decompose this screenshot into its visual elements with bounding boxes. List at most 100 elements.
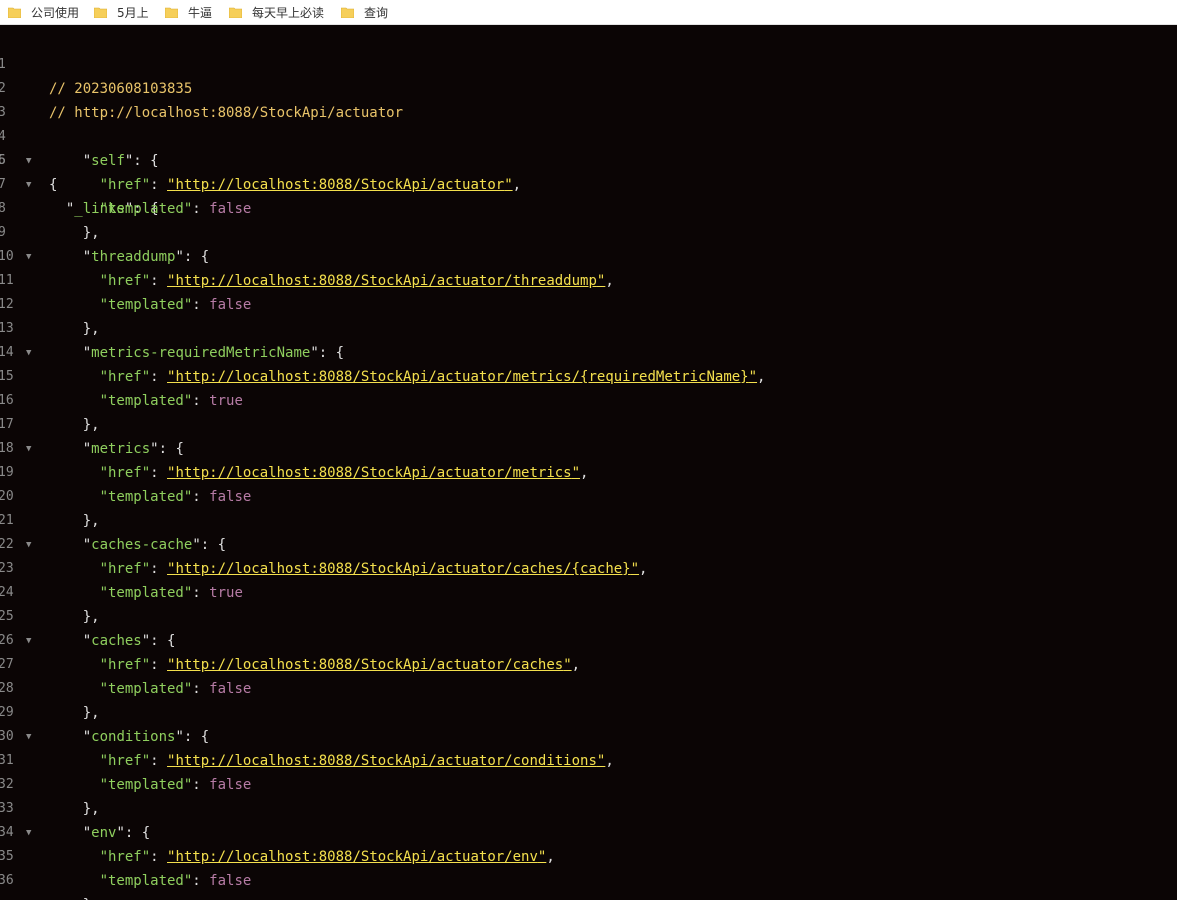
- json-key-link-name: metrics-requiredMetricName: [91, 345, 311, 361]
- line-number: 18: [0, 441, 14, 456]
- line-number: 24: [0, 585, 14, 600]
- code-line: 7 "href": "http://localhost:8088/StockAp…: [0, 173, 1177, 197]
- bookmark-label: 查询: [364, 5, 389, 20]
- fold-toggle-icon[interactable]: ▼: [26, 533, 31, 557]
- code-line: 21 },: [0, 509, 1177, 533]
- line-number: 22: [0, 537, 14, 552]
- fold-toggle-icon[interactable]: ▼: [26, 725, 31, 749]
- bookmark-folder-company[interactable]: 公司使用: [8, 0, 79, 24]
- code-line: 34 ▼ "env": {: [0, 821, 1177, 845]
- bookmark-folder-niubi[interactable]: 牛逼: [165, 0, 212, 24]
- folder-icon: [165, 7, 178, 18]
- bookmark-folder-daily[interactable]: 每天早上必读: [229, 0, 324, 24]
- fold-toggle-icon[interactable]: ▼: [26, 437, 31, 461]
- templated-value: false: [209, 297, 252, 313]
- json-key-href: "href": [99, 753, 151, 769]
- json-key-templated: "templated": [99, 201, 193, 217]
- href-link[interactable]: "http://localhost:8088/StockApi/actuator…: [167, 465, 580, 481]
- line-number: 26: [0, 633, 14, 648]
- code-line: 17 },: [0, 413, 1177, 437]
- line-number: 36: [0, 873, 14, 888]
- line-number: 13: [0, 321, 14, 336]
- bookmark-folder-query[interactable]: 查询: [341, 0, 388, 24]
- code-line: 15 "href": "http://localhost:8088/StockA…: [0, 365, 1177, 389]
- json-viewer: 1 // 20230608103835 2 // http://localhos…: [0, 25, 1177, 900]
- bookmarks-bar: 公司使用 5月上 牛逼 每天早上必读 查询: [0, 0, 1177, 25]
- json-key-templated: "templated": [99, 393, 193, 409]
- code-line: 26 ▼ "caches": {: [0, 629, 1177, 653]
- line-number: 29: [0, 705, 14, 720]
- code-line: 29 },: [0, 701, 1177, 725]
- code-line: 8 "templated": false: [0, 197, 1177, 221]
- href-link[interactable]: "http://localhost:8088/StockApi/actuator…: [167, 561, 639, 577]
- href-link[interactable]: "http://localhost:8088/StockApi/actuator…: [167, 849, 546, 865]
- line-number: 6: [0, 153, 6, 168]
- code-line: 33 },: [0, 797, 1177, 821]
- href-value: http://localhost:8088/StockApi/actuator/…: [175, 273, 597, 289]
- line-number: 7: [0, 177, 6, 192]
- line-number: 9: [0, 225, 6, 240]
- code-line: 4 ▼ {: [0, 101, 1177, 193]
- json-key-link-name: caches-cache: [91, 537, 193, 553]
- templated-value: false: [209, 201, 252, 217]
- json-key-href: "href": [99, 177, 151, 193]
- fold-toggle-icon[interactable]: ▼: [26, 245, 31, 269]
- code-line: 18 ▼ "metrics": {: [0, 437, 1177, 461]
- templated-value: true: [209, 393, 243, 409]
- line-number: 12: [0, 297, 14, 312]
- code-line: 28 "templated": false: [0, 677, 1177, 701]
- code-line: 36 "templated": false: [0, 869, 1177, 893]
- code-line: 9 },: [0, 221, 1177, 245]
- json-key-href: "href": [99, 465, 151, 481]
- href-value: http://localhost:8088/StockApi/actuator: [175, 177, 505, 193]
- code-line: 24 "templated": true: [0, 581, 1177, 605]
- line-number: 21: [0, 513, 14, 528]
- line-number: 16: [0, 393, 14, 408]
- line-number: 23: [0, 561, 14, 576]
- json-key-templated: "templated": [99, 585, 193, 601]
- json-key-href: "href": [99, 369, 151, 385]
- href-link[interactable]: "http://localhost:8088/StockApi/actuator…: [167, 657, 572, 673]
- fold-toggle-icon[interactable]: ▼: [26, 821, 31, 845]
- bookmark-label: 5月上: [117, 5, 149, 20]
- line-number: 11: [0, 273, 14, 288]
- folder-icon: [229, 7, 242, 18]
- fold-toggle-icon[interactable]: ▼: [26, 629, 31, 653]
- code-line: 31 "href": "http://localhost:8088/StockA…: [0, 749, 1177, 773]
- href-link[interactable]: "http://localhost:8088/StockApi/actuator…: [167, 177, 513, 193]
- templated-value: false: [209, 489, 252, 505]
- fold-toggle-icon[interactable]: ▼: [26, 149, 31, 173]
- line-number: 30: [0, 729, 14, 744]
- code-line: 11 "href": "http://localhost:8088/StockA…: [0, 269, 1177, 293]
- line-number: 32: [0, 777, 14, 792]
- json-key-link-name: caches: [91, 633, 142, 649]
- code-line: 12 "templated": false: [0, 293, 1177, 317]
- json-key-templated: "templated": [99, 297, 193, 313]
- code-line: 19 "href": "http://localhost:8088/StockA…: [0, 461, 1177, 485]
- line-number: 27: [0, 657, 14, 672]
- href-value: http://localhost:8088/StockApi/actuator/…: [175, 465, 572, 481]
- code-line: 16 "templated": true: [0, 389, 1177, 413]
- json-key-link-name: self: [91, 153, 125, 169]
- href-value: http://localhost:8088/StockApi/actuator/…: [175, 561, 631, 577]
- fold-toggle-icon[interactable]: ▼: [26, 341, 31, 365]
- bookmark-folder-may[interactable]: 5月上: [94, 0, 149, 24]
- line-number: 28: [0, 681, 14, 696]
- href-link[interactable]: "http://localhost:8088/StockApi/actuator…: [167, 369, 757, 385]
- line-number: 20: [0, 489, 14, 504]
- templated-value: false: [209, 681, 252, 697]
- code-line: 2 // http://localhost:8088/StockApi/actu…: [0, 53, 1177, 121]
- code-line: 6 ▼ "self": {: [0, 149, 1177, 173]
- json-key-link-name: metrics: [91, 441, 151, 457]
- line-number: 35: [0, 849, 14, 864]
- json-key-href: "href": [99, 849, 151, 865]
- code-line: 13 },: [0, 317, 1177, 341]
- code-line: 35 "href": "http://localhost:8088/StockA…: [0, 845, 1177, 869]
- line-number: 33: [0, 801, 14, 816]
- json-key-templated: "templated": [99, 681, 193, 697]
- href-link[interactable]: "http://localhost:8088/StockApi/actuator…: [167, 753, 605, 769]
- bookmark-label: 公司使用: [31, 5, 80, 20]
- code-line: 32 "templated": false: [0, 773, 1177, 797]
- code-line: 27 "href": "http://localhost:8088/StockA…: [0, 653, 1177, 677]
- href-link[interactable]: "http://localhost:8088/StockApi/actuator…: [167, 273, 605, 289]
